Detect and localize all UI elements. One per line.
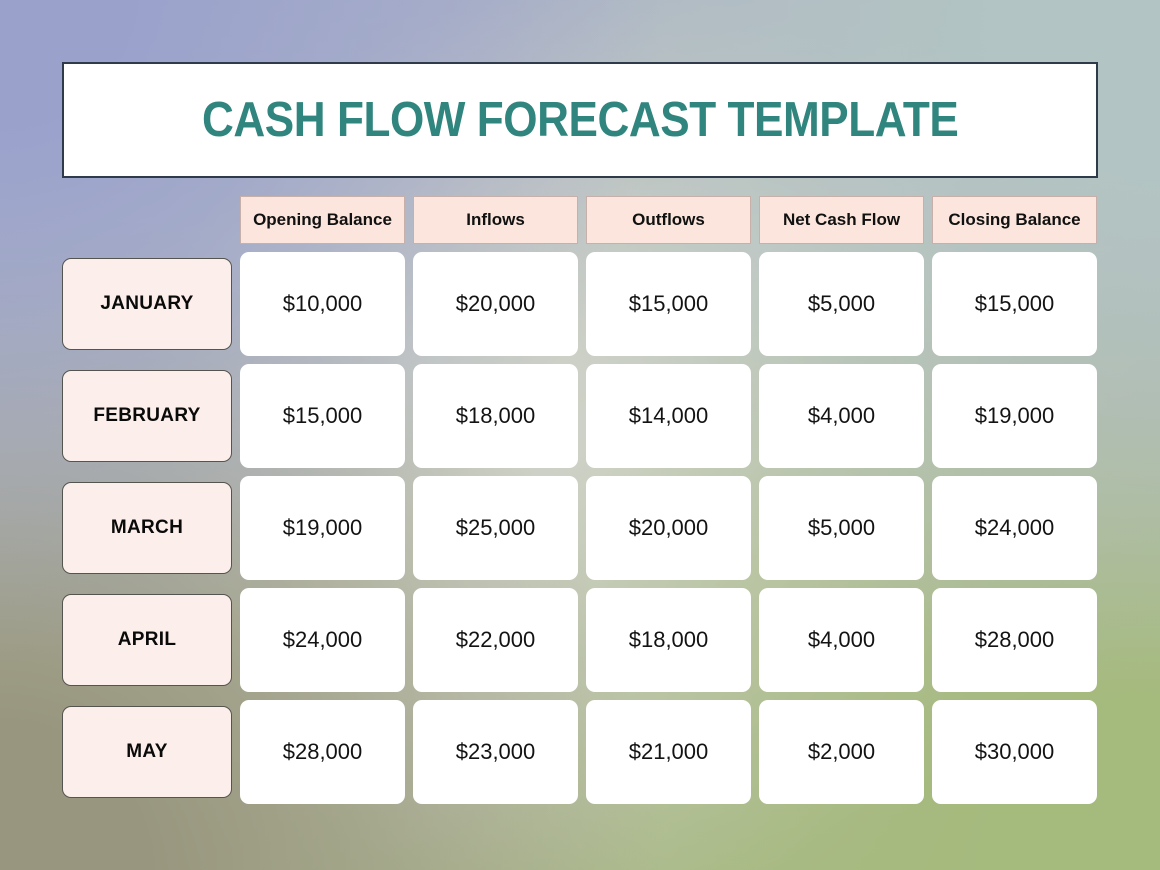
table-row: MARCH $19,000 $25,000 $20,000 $5,000 $24… — [62, 476, 1098, 580]
cell-april-inflows[interactable]: $22,000 — [413, 588, 578, 692]
row-label-january: JANUARY — [62, 258, 232, 350]
cell-february-opening-balance[interactable]: $15,000 — [240, 364, 405, 468]
table-row: FEBRUARY $15,000 $18,000 $14,000 $4,000 … — [62, 364, 1098, 468]
table-header-row: Opening Balance Inflows Outflows Net Cas… — [62, 196, 1098, 244]
column-header-closing-balance: Closing Balance — [932, 196, 1097, 244]
table-row: MAY $28,000 $23,000 $21,000 $2,000 $30,0… — [62, 700, 1098, 804]
row-label-february: FEBRUARY — [62, 370, 232, 462]
cell-january-inflows[interactable]: $20,000 — [413, 252, 578, 356]
cell-april-closing-balance[interactable]: $28,000 — [932, 588, 1097, 692]
template-page: CASH FLOW FORECAST TEMPLATE Opening Bala… — [0, 0, 1160, 870]
cell-april-net-cash-flow[interactable]: $4,000 — [759, 588, 924, 692]
header-corner-spacer — [62, 196, 232, 244]
cell-january-outflows[interactable]: $15,000 — [586, 252, 751, 356]
cell-january-net-cash-flow[interactable]: $5,000 — [759, 252, 924, 356]
cell-may-inflows[interactable]: $23,000 — [413, 700, 578, 804]
cell-march-net-cash-flow[interactable]: $5,000 — [759, 476, 924, 580]
cell-may-outflows[interactable]: $21,000 — [586, 700, 751, 804]
cell-february-inflows[interactable]: $18,000 — [413, 364, 578, 468]
cell-january-opening-balance[interactable]: $10,000 — [240, 252, 405, 356]
column-header-net-cash-flow: Net Cash Flow — [759, 196, 924, 244]
column-header-outflows: Outflows — [586, 196, 751, 244]
cell-february-closing-balance[interactable]: $19,000 — [932, 364, 1097, 468]
title-banner: CASH FLOW FORECAST TEMPLATE — [62, 62, 1098, 178]
cell-march-outflows[interactable]: $20,000 — [586, 476, 751, 580]
cell-may-opening-balance[interactable]: $28,000 — [240, 700, 405, 804]
cell-may-net-cash-flow[interactable]: $2,000 — [759, 700, 924, 804]
row-label-march: MARCH — [62, 482, 232, 574]
cell-march-closing-balance[interactable]: $24,000 — [932, 476, 1097, 580]
cell-april-outflows[interactable]: $18,000 — [586, 588, 751, 692]
cell-may-closing-balance[interactable]: $30,000 — [932, 700, 1097, 804]
cash-flow-table: Opening Balance Inflows Outflows Net Cas… — [62, 196, 1098, 804]
row-label-may: MAY — [62, 706, 232, 798]
row-label-april: APRIL — [62, 594, 232, 686]
cell-february-net-cash-flow[interactable]: $4,000 — [759, 364, 924, 468]
table-row: APRIL $24,000 $22,000 $18,000 $4,000 $28… — [62, 588, 1098, 692]
cell-february-outflows[interactable]: $14,000 — [586, 364, 751, 468]
cell-april-opening-balance[interactable]: $24,000 — [240, 588, 405, 692]
cell-march-inflows[interactable]: $25,000 — [413, 476, 578, 580]
page-title: CASH FLOW FORECAST TEMPLATE — [201, 93, 959, 147]
cell-march-opening-balance[interactable]: $19,000 — [240, 476, 405, 580]
cell-january-closing-balance[interactable]: $15,000 — [932, 252, 1097, 356]
table-row: JANUARY $10,000 $20,000 $15,000 $5,000 $… — [62, 252, 1098, 356]
column-header-inflows: Inflows — [413, 196, 578, 244]
column-header-opening-balance: Opening Balance — [240, 196, 405, 244]
